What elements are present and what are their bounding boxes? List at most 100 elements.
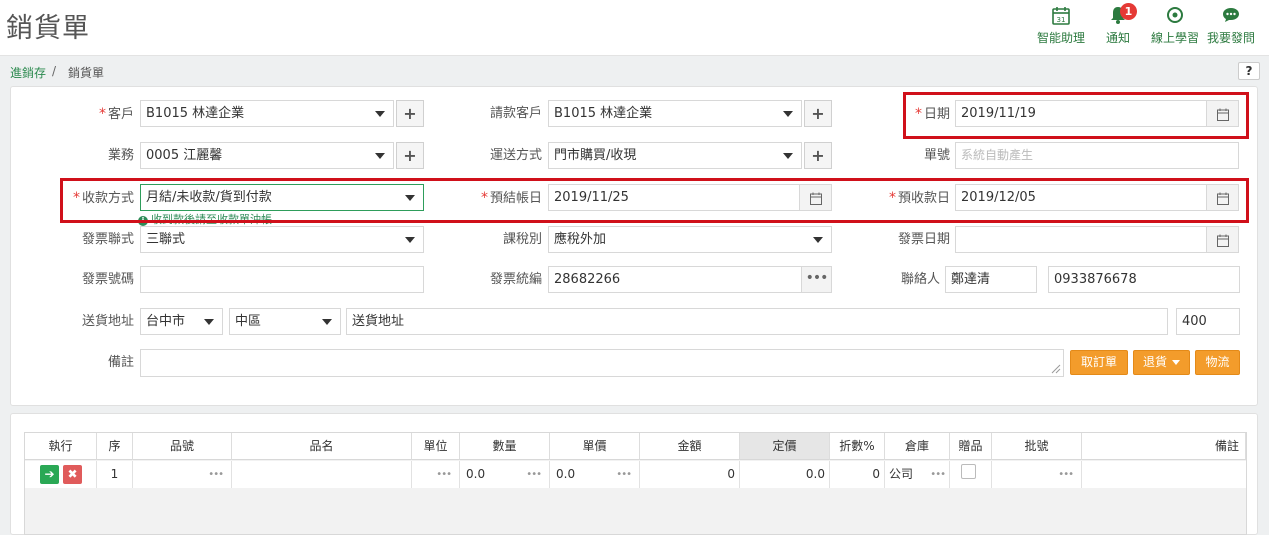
tax-type-label: 課稅別 xyxy=(502,232,542,247)
note-textarea[interactable] xyxy=(140,349,1064,377)
invoice-no-input[interactable] xyxy=(140,266,424,293)
line-items-grid: 執行 序 品號 品名 單位 數量 單價 金額 定價 折數% 倉庫 贈品 批號 備… xyxy=(24,432,1247,535)
page-title: 銷貨單 xyxy=(6,13,90,44)
column-header[interactable]: 倉庫 xyxy=(885,433,950,460)
doc-no-input[interactable]: 系統自動產生 xyxy=(955,142,1239,169)
invoice-date-input[interactable] xyxy=(955,226,1239,253)
calendar-icon[interactable] xyxy=(1206,227,1238,252)
zip-input[interactable]: 400 xyxy=(1176,308,1240,335)
plus-icon: + xyxy=(403,104,417,123)
notification-badge: 1 xyxy=(1120,3,1137,20)
address-input[interactable]: 送貨地址 xyxy=(346,308,1168,335)
customer-select[interactable]: B1015 林達企業 xyxy=(140,100,394,127)
city-select[interactable]: 台中市 xyxy=(140,308,223,335)
contact-phone-input[interactable]: 0933876678 xyxy=(1048,266,1240,293)
unit-cell[interactable]: ••• xyxy=(412,461,460,488)
more-icon[interactable]: ••• xyxy=(930,461,946,488)
help-button[interactable]: ? xyxy=(1238,62,1260,80)
return-dropdown-button[interactable]: 退貨 xyxy=(1133,350,1190,375)
delete-icon[interactable]: ✖ xyxy=(63,465,82,484)
column-header[interactable]: 數量 xyxy=(460,433,550,460)
add-customer-button[interactable]: + xyxy=(396,100,424,127)
breadcrumb-separator: / xyxy=(52,64,57,78)
smart-assistant-label: 智能助理 xyxy=(1036,31,1085,45)
online-learning-label: 線上學習 xyxy=(1150,31,1199,45)
required-mark: * xyxy=(98,106,106,122)
add-shipping-method-button[interactable]: + xyxy=(804,142,832,169)
note-label: 備註 xyxy=(107,355,134,370)
tax-id-input[interactable]: 28682266 ••• xyxy=(548,266,832,293)
compass-icon xyxy=(1150,6,1200,26)
row-actions-cell: ➔ ✖ xyxy=(25,461,97,488)
batch-cell[interactable]: ••• xyxy=(992,461,1082,488)
tax-type-select[interactable]: 應稅外加 xyxy=(548,226,832,253)
notification-button[interactable]: 1 通知 xyxy=(1104,3,1137,46)
column-header[interactable]: 折數% xyxy=(830,433,885,460)
discount-cell[interactable]: 0 xyxy=(830,461,885,488)
more-icon[interactable]: ••• xyxy=(208,461,224,488)
add-salesperson-button[interactable]: + xyxy=(396,142,424,169)
gift-checkbox[interactable] xyxy=(961,464,976,479)
calendar-icon: 31 xyxy=(1036,6,1086,26)
tax-id-value: 28682266 xyxy=(554,272,621,287)
more-icon[interactable]: ••• xyxy=(526,461,542,488)
column-header[interactable]: 批號 xyxy=(992,433,1082,460)
more-icon[interactable]: ••• xyxy=(616,461,632,488)
billing-customer-label: 請款客戶 xyxy=(489,106,542,121)
district-select[interactable]: 中區 xyxy=(229,308,341,335)
more-icon[interactable]: ••• xyxy=(1058,461,1074,488)
online-learning-button[interactable]: 線上學習 xyxy=(1150,6,1200,46)
more-icon[interactable]: ••• xyxy=(801,267,831,292)
highlight-box-date xyxy=(903,92,1249,139)
column-header[interactable]: 備註 xyxy=(1082,433,1246,460)
shipping-method-label: 運送方式 xyxy=(489,148,542,163)
invoice-type-label: 發票聯式 xyxy=(81,232,134,247)
salesperson-label: 業務 xyxy=(107,148,134,163)
plus-icon: + xyxy=(811,104,825,123)
resize-handle-icon[interactable] xyxy=(1049,362,1061,374)
qty-cell[interactable]: 0.0 ••• xyxy=(460,461,550,488)
add-billing-customer-button[interactable]: + xyxy=(804,100,832,127)
notification-label: 通知 xyxy=(1105,31,1130,45)
column-header[interactable]: 品號 xyxy=(133,433,232,460)
arrow-right-icon[interactable]: ➔ xyxy=(40,465,59,484)
amount-cell: 0 xyxy=(640,461,740,488)
column-header[interactable]: 單位 xyxy=(412,433,460,460)
column-header: 執行 xyxy=(25,433,97,460)
smart-assistant-button[interactable]: 31 智能助理 xyxy=(1036,6,1086,46)
svg-text:31: 31 xyxy=(1057,16,1066,24)
list-price-cell: 0.0 xyxy=(740,461,830,488)
fetch-order-button[interactable]: 取訂單 xyxy=(1070,350,1128,375)
shipping-method-select[interactable]: 門市購買/收現 xyxy=(548,142,802,169)
invoice-no-label: 發票號碼 xyxy=(81,272,134,287)
breadcrumb-parent-link[interactable]: 進銷存 xyxy=(10,64,46,81)
salesperson-select[interactable]: 0005 江麗馨 xyxy=(140,142,394,169)
item-name-cell[interactable] xyxy=(232,461,412,488)
logistics-button[interactable]: 物流 xyxy=(1195,350,1240,375)
contact-name-input[interactable]: 鄭達清 xyxy=(945,266,1037,293)
gift-cell xyxy=(950,461,992,488)
contact-label: 聯絡人 xyxy=(900,272,940,287)
ask-question-button[interactable]: 我要發問 xyxy=(1206,6,1256,46)
column-header[interactable]: 品名 xyxy=(232,433,412,460)
price-cell[interactable]: 0.0 ••• xyxy=(550,461,640,488)
doc-no-label: 單號 xyxy=(923,148,950,163)
breadcrumb: 進銷存 / 銷貨單 xyxy=(0,57,1269,85)
billing-customer-select[interactable]: B1015 林達企業 xyxy=(548,100,802,127)
column-header[interactable]: 定價 xyxy=(740,433,830,460)
caret-down-icon xyxy=(1172,360,1180,365)
invoice-date-label: 發票日期 xyxy=(897,232,950,247)
column-header[interactable]: 單價 xyxy=(550,433,640,460)
ask-question-label: 我要發問 xyxy=(1206,31,1255,45)
plus-icon: + xyxy=(403,146,417,165)
remark-cell[interactable] xyxy=(1082,461,1246,488)
item-no-cell[interactable]: ••• xyxy=(133,461,232,488)
more-icon[interactable]: ••• xyxy=(436,461,452,488)
breadcrumb-current: 銷貨單 xyxy=(68,66,105,80)
tax-id-label: 發票統編 xyxy=(489,272,542,287)
invoice-type-select[interactable]: 三聯式 xyxy=(140,226,424,253)
warehouse-cell[interactable]: 公司 ••• xyxy=(885,461,950,488)
column-header[interactable]: 金額 xyxy=(640,433,740,460)
chat-icon xyxy=(1206,6,1256,26)
column-header[interactable]: 贈品 xyxy=(950,433,992,460)
